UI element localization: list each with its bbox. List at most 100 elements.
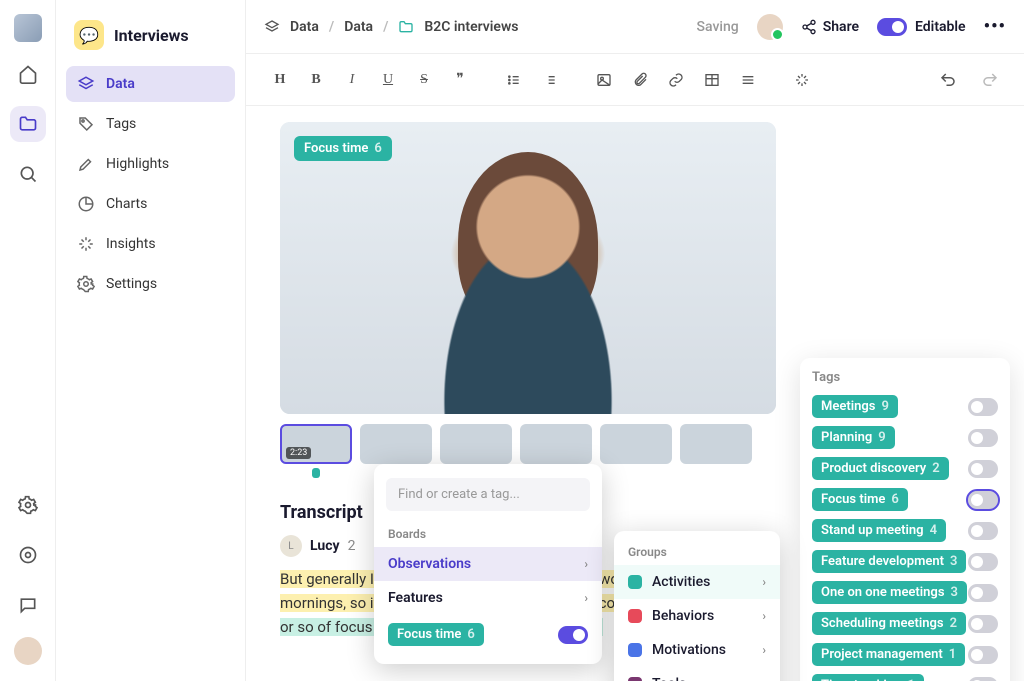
thumbnail[interactable] — [360, 424, 432, 464]
tag-toggle[interactable] — [968, 429, 998, 447]
ai-button[interactable] — [786, 64, 818, 96]
board-features[interactable]: Features › — [374, 581, 602, 615]
tag-toggle[interactable] — [968, 491, 998, 509]
chevron-right-icon: › — [762, 643, 766, 657]
tag-chip[interactable]: Meetings9 — [812, 395, 898, 418]
quote-button[interactable]: ❞ — [444, 64, 476, 96]
breadcrumb-item[interactable]: B2C interviews — [424, 19, 518, 35]
sidebar-item-charts[interactable]: Charts — [66, 186, 235, 222]
tag-chip[interactable]: One on one meetings3 — [812, 581, 967, 604]
tag-chip[interactable]: Focus time 6 — [388, 623, 484, 646]
thumbnail[interactable]: 2:23 — [280, 424, 352, 464]
color-swatch — [628, 609, 642, 623]
sidebar-item-highlights[interactable]: Highlights — [66, 146, 235, 182]
group-tools[interactable]: Tools › — [614, 667, 780, 681]
chevron-right-icon: › — [584, 557, 588, 571]
video-tag-chip[interactable]: Focus time 6 — [294, 136, 392, 161]
speaker-time: 2 — [348, 538, 356, 554]
tag-toggle[interactable] — [968, 553, 998, 571]
highlight-icon — [76, 155, 96, 173]
sidebar-item-insights[interactable]: Insights — [66, 226, 235, 262]
speaker-avatar: L — [280, 535, 302, 557]
more-menu-icon[interactable]: ••• — [984, 16, 1006, 37]
tag-toggle[interactable] — [558, 626, 588, 644]
divider-button[interactable] — [732, 64, 764, 96]
tag-chip[interactable]: Feature development3 — [812, 550, 966, 573]
thumbnail[interactable] — [440, 424, 512, 464]
tag-row: Focus time6 — [812, 488, 998, 511]
tag-toggle[interactable] — [968, 460, 998, 478]
share-button[interactable]: Share — [801, 19, 859, 35]
sidebar-item-settings[interactable]: Settings — [66, 266, 235, 302]
color-swatch — [628, 677, 642, 681]
tags-panel: Tags Meetings9 Planning9 Product discovery… — [800, 358, 1010, 681]
tag-chip[interactable]: Stand up meeting4 — [812, 519, 946, 542]
tag-chip[interactable]: Scheduling meetings2 — [812, 612, 966, 635]
search-icon[interactable] — [10, 156, 46, 192]
tag-chip[interactable]: Time tracking1 — [812, 674, 924, 681]
board-observations[interactable]: Observations › — [374, 547, 602, 581]
share-label: Share — [823, 19, 859, 35]
save-status: Saving — [697, 19, 739, 35]
messages-icon[interactable] — [10, 587, 46, 623]
groups-label: Groups — [614, 539, 780, 565]
tag-toggle[interactable] — [968, 584, 998, 602]
heading-button[interactable]: H — [264, 64, 296, 96]
tag-toggle[interactable] — [968, 615, 998, 633]
tag-chip[interactable]: Product discovery2 — [812, 457, 949, 480]
image-button[interactable] — [588, 64, 620, 96]
undo-button[interactable] — [932, 64, 964, 96]
tag-icon — [76, 115, 96, 133]
workspace-avatar[interactable] — [14, 14, 42, 42]
number-list-button[interactable] — [534, 64, 566, 96]
group-motivations[interactable]: Motivations › — [614, 633, 780, 667]
chevron-right-icon: › — [762, 609, 766, 623]
strike-button[interactable]: S — [408, 64, 440, 96]
tag-toggle[interactable] — [968, 646, 998, 664]
bullet-list-button[interactable] — [498, 64, 530, 96]
group-activities[interactable]: Activities › — [614, 565, 780, 599]
breadcrumb-item[interactable]: Data — [344, 19, 373, 35]
tag-toggle[interactable] — [968, 677, 998, 681]
table-button[interactable] — [696, 64, 728, 96]
italic-button[interactable]: I — [336, 64, 368, 96]
editable-toggle[interactable]: Editable — [877, 18, 966, 36]
group-behaviors[interactable]: Behaviors › — [614, 599, 780, 633]
tag-row: Project management1 — [812, 643, 998, 666]
help-icon[interactable] — [10, 537, 46, 573]
gear-icon — [76, 275, 96, 293]
tags-panel-title: Tags — [812, 370, 998, 385]
tag-toggle[interactable] — [968, 398, 998, 416]
thumbnail[interactable] — [600, 424, 672, 464]
sidebar-item-data[interactable]: Data — [66, 66, 235, 102]
chevron-right-icon: › — [762, 575, 766, 589]
redo-button[interactable] — [974, 64, 1006, 96]
tag-chip[interactable]: Project management1 — [812, 643, 965, 666]
attach-button[interactable] — [624, 64, 656, 96]
content: Focus time 6 2:23 Transcript — [246, 106, 1024, 681]
sidebar-item-label: Tags — [106, 116, 136, 132]
link-button[interactable] — [660, 64, 692, 96]
sidebar-item-label: Settings — [106, 276, 157, 292]
thumbnail[interactable] — [520, 424, 592, 464]
bold-button[interactable]: B — [300, 64, 332, 96]
sidebar-item-tags[interactable]: Tags — [66, 106, 235, 142]
settings-rail-icon[interactable] — [10, 487, 46, 523]
chart-icon — [76, 195, 96, 213]
breadcrumb-sep: / — [329, 19, 334, 35]
thumbnail[interactable] — [680, 424, 752, 464]
tag-row: Planning9 — [812, 426, 998, 449]
underline-button[interactable]: U — [372, 64, 404, 96]
tag-chip[interactable]: Focus time6 — [812, 488, 908, 511]
folder-icon[interactable] — [10, 106, 46, 142]
home-icon[interactable] — [10, 56, 46, 92]
tag-row: Feature development3 — [812, 550, 998, 573]
presence-avatar[interactable] — [757, 14, 783, 40]
tag-search-input[interactable]: Find or create a tag... — [386, 478, 590, 511]
video-player[interactable]: Focus time 6 — [280, 122, 776, 414]
topbar: Data / Data / B2C interviews Saving Shar… — [246, 0, 1024, 54]
tag-chip[interactable]: Planning9 — [812, 426, 895, 449]
user-avatar[interactable] — [14, 637, 42, 665]
tag-toggle[interactable] — [968, 522, 998, 540]
breadcrumb-item[interactable]: Data — [290, 19, 319, 35]
